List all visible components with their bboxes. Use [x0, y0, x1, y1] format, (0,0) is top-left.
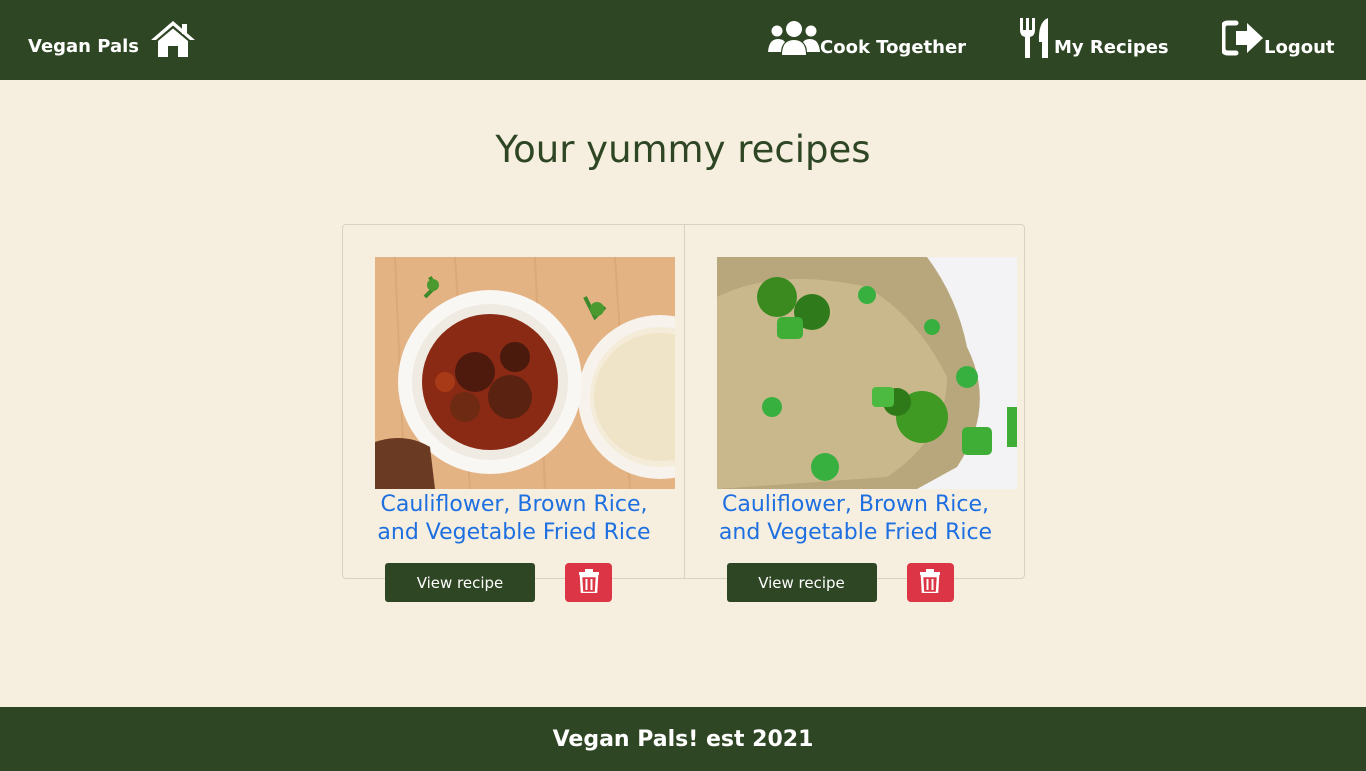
- footer: Vegan Pals! est 2021: [0, 707, 1366, 771]
- nav-cook-together-label: Cook Together: [820, 36, 967, 58]
- trash-icon: [578, 569, 599, 596]
- users-icon: [768, 19, 820, 62]
- recipe-image: [716, 257, 1017, 489]
- navbar: Vegan Pals Cook Together My Recipes Logo…: [0, 0, 1366, 80]
- footer-text: Vegan Pals! est 2021: [552, 726, 814, 752]
- nav-logout-label: Logout: [1264, 36, 1335, 58]
- sign-out-icon: [1220, 20, 1264, 61]
- nav-my-recipes[interactable]: My Recipes: [1018, 17, 1169, 63]
- delete-recipe-button[interactable]: [906, 563, 954, 602]
- utensils-icon: [1018, 17, 1054, 63]
- brand-link[interactable]: Vegan Pals: [28, 36, 139, 57]
- recipe-title-link[interactable]: Cauliflower, Brown Rice, and Vegetable F…: [707, 491, 1005, 547]
- recipe-card: Cauliflower, Brown Rice, and Vegetable F…: [683, 225, 1025, 602]
- page-title: Your yummy recipes: [495, 128, 871, 171]
- home-icon[interactable]: [149, 19, 197, 59]
- recipe-card: Cauliflower, Brown Rice, and Vegetable F…: [343, 225, 684, 602]
- view-recipe-button[interactable]: View recipe: [726, 563, 877, 602]
- nav-my-recipes-label: My Recipes: [1054, 36, 1169, 58]
- view-recipe-button[interactable]: View recipe: [385, 563, 535, 602]
- recipe-title-link[interactable]: Cauliflower, Brown Rice, and Vegetable F…: [365, 491, 663, 547]
- delete-recipe-button[interactable]: [565, 563, 612, 602]
- nav-cook-together[interactable]: Cook Together: [768, 20, 966, 60]
- trash-icon: [920, 569, 940, 596]
- nav-logout[interactable]: Logout: [1220, 20, 1335, 61]
- recipe-image: [375, 257, 675, 489]
- recipe-grid: Cauliflower, Brown Rice, and Vegetable F…: [342, 224, 1025, 602]
